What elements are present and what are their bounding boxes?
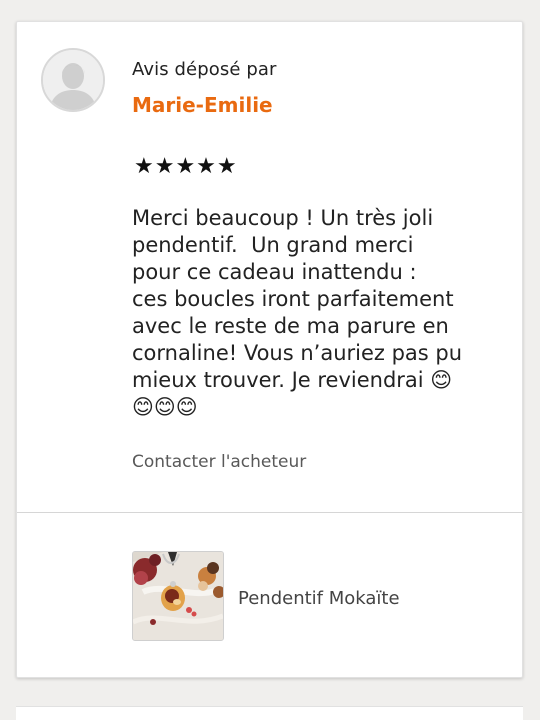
divider: [17, 512, 522, 513]
next-card-edge: [16, 706, 523, 720]
posted-by-label: Avis déposé par: [132, 59, 277, 80]
user-avatar-icon: [41, 48, 105, 112]
product-thumbnail[interactable]: [132, 551, 224, 641]
product-name-link[interactable]: Pendentif Mokaïte: [238, 588, 400, 609]
review-text: Merci beaucoup ! Un très joli pendentif.…: [132, 206, 463, 419]
review-card: Avis déposé par Marie-Emilie ★★★★★ Merci…: [16, 21, 523, 678]
contact-buyer-link[interactable]: Contacter l'acheteur: [132, 452, 306, 472]
review-author-name[interactable]: Marie-Emilie: [132, 93, 273, 117]
star-rating: ★★★★★: [134, 154, 238, 179]
